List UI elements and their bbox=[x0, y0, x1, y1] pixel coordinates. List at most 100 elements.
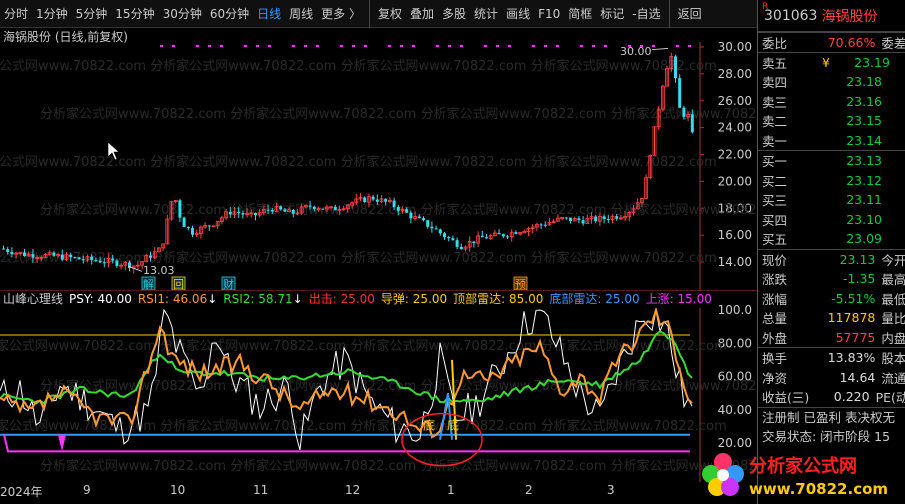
stats2-row: 收益(三) 0.220 PE(动 bbox=[762, 389, 905, 406]
candle-body bbox=[31, 254, 35, 258]
asks-row: 卖二 23.15 bbox=[762, 113, 882, 130]
signal-dot bbox=[460, 45, 463, 47]
signal-dot bbox=[604, 45, 607, 47]
candle-body bbox=[23, 252, 26, 256]
price-tick: 14.00 bbox=[718, 255, 752, 269]
registration-row: 注册制 已盈利 表决权无 bbox=[758, 406, 905, 427]
event-mark: 回 bbox=[173, 278, 184, 290]
toolbar-item-10[interactable]: 叠加 bbox=[406, 0, 438, 28]
candle-body bbox=[472, 241, 476, 244]
date-axis: 2024年 9 10 11 12 1 2 3 bbox=[0, 482, 700, 504]
candle-body bbox=[485, 237, 488, 239]
candle-body bbox=[409, 212, 413, 219]
candle-body bbox=[69, 254, 73, 258]
candle-body bbox=[690, 114, 694, 133]
date-label-7: 3 bbox=[607, 483, 615, 497]
candle-body bbox=[426, 220, 430, 227]
toolbar-item-14[interactable]: F10 bbox=[534, 0, 564, 28]
toolbar-item-12[interactable]: 统计 bbox=[470, 0, 502, 28]
price-tick: 30.00 bbox=[718, 42, 752, 54]
candle-body bbox=[90, 256, 94, 261]
signal-dot bbox=[412, 45, 415, 47]
toolbar-item-3[interactable]: 15分钟 bbox=[111, 0, 158, 28]
bottom-radar-value: 底部雷达: 25.00 bbox=[549, 292, 640, 306]
candle-body bbox=[149, 255, 152, 258]
toolbar-item-1[interactable]: 1分钟 bbox=[32, 0, 72, 28]
toolbar-item-13[interactable]: 画线 bbox=[502, 0, 534, 28]
stock-code[interactable]: 301063 bbox=[764, 8, 817, 24]
stats-row: 涨幅 -5.51% 最低 bbox=[762, 290, 905, 307]
bids-row: 买四 23.10 bbox=[762, 211, 882, 228]
indicator-header: 山峰心理线 PSY: 40.00 RSI1: 46.06↓ RSI2: 58.7… bbox=[0, 291, 712, 308]
logo-text: 分析家公式网 bbox=[749, 456, 857, 477]
price-tick: 16.00 bbox=[718, 228, 752, 242]
candle-body bbox=[678, 78, 682, 108]
bids-row: 买二 23.12 bbox=[762, 172, 882, 189]
toolbar-item-0[interactable]: 分时 bbox=[0, 0, 32, 28]
event-mark: 预 bbox=[515, 278, 526, 290]
toolbar-item-7[interactable]: 周线 bbox=[285, 0, 317, 28]
watermark: 分析家公式网www.70822.com 分析家公式网www.70822.com … bbox=[0, 250, 717, 266]
price-tick: 26.00 bbox=[718, 94, 752, 108]
toolbar-item-9[interactable]: 复权 bbox=[369, 0, 406, 28]
candle-body bbox=[514, 232, 518, 235]
candle-body bbox=[606, 219, 610, 221]
bid-list: 买一 23.13 买二 23.12 买三 23.11 买四 23.10 买五 23.09 bbox=[758, 150, 905, 249]
candle-body bbox=[312, 206, 316, 209]
candle-body bbox=[102, 262, 106, 264]
candle-body bbox=[443, 233, 446, 238]
stock-name[interactable]: 海锅股份 bbox=[821, 6, 877, 26]
date-label-2: 10 bbox=[170, 483, 186, 497]
toolbar-item-4[interactable]: 30分钟 bbox=[159, 0, 206, 28]
toolbar-item-5[interactable]: 60分钟 bbox=[206, 0, 253, 28]
toolbar-item-18[interactable]: 返回 bbox=[668, 0, 706, 28]
candle-body bbox=[569, 217, 572, 222]
candle-body bbox=[417, 216, 421, 219]
candle-body bbox=[207, 225, 211, 227]
candle-body bbox=[497, 232, 501, 235]
candle-body bbox=[228, 211, 232, 215]
signal-dot bbox=[508, 45, 511, 47]
webi-row: 委比 70.66% 委差 bbox=[758, 32, 905, 52]
toolbar-item-6[interactable]: 日线 bbox=[253, 0, 285, 28]
watermark: 分析家公式网www.70822.com 分析家公式网www.70822.com … bbox=[0, 58, 717, 74]
candle-body bbox=[501, 234, 505, 237]
signal-dot bbox=[496, 45, 499, 47]
toolbar-item-15[interactable]: 简框 bbox=[564, 0, 596, 28]
candle-body bbox=[60, 254, 64, 260]
candle-body bbox=[2, 248, 5, 250]
price-tick: 24.00 bbox=[718, 121, 752, 135]
toolbar-item-17[interactable]: -自选 bbox=[628, 0, 664, 28]
candle-body bbox=[77, 257, 81, 260]
stats-list: 现价 23.13 今开 涨跌 -1.35 最高 涨幅 -5.51% 最低 总量 117878 量比 外盘… bbox=[758, 248, 905, 348]
candle-body bbox=[191, 228, 194, 235]
candle-body bbox=[447, 237, 451, 239]
indicator-tick: 100.0 bbox=[718, 303, 752, 317]
candle-body bbox=[539, 224, 543, 226]
candle-body bbox=[98, 260, 102, 263]
candle-body bbox=[6, 249, 10, 252]
candle-body bbox=[459, 246, 463, 250]
date-label-3: 11 bbox=[253, 483, 269, 497]
rise-line bbox=[3, 434, 690, 453]
stats-row: 总量 117878 量比 bbox=[762, 310, 905, 327]
indicator-chart[interactable]: 100.080.0060.0040.0020.00分析家公式网www.70822… bbox=[0, 290, 757, 482]
toolbar-item-2[interactable]: 5分钟 bbox=[72, 0, 112, 28]
ask-list: 卖五 ¥23.19 卖四 23.18 卖三 23.16 卖二 23.15 卖一 23.14 bbox=[758, 51, 905, 151]
stats2-list: 换手 13.83% 股本 净资 14.64 流通 收益(三) 0.220 PE(动 bbox=[758, 347, 905, 407]
candle-body bbox=[283, 209, 287, 212]
candle-body bbox=[81, 259, 85, 261]
candle-body bbox=[237, 211, 241, 214]
watermark: 分析家公式网www.70822.com 分析家公式网www.70822.com … bbox=[40, 458, 757, 474]
signal-dot bbox=[532, 45, 535, 47]
candlestick-chart[interactable]: 30.0028.0026.0024.0022.0020.0018.0016.00… bbox=[0, 42, 757, 290]
event-mark: 财 bbox=[223, 277, 234, 290]
asks-row: 卖四 23.18 bbox=[762, 74, 882, 91]
toolbar-item-11[interactable]: 多股 bbox=[438, 0, 470, 28]
candle-body bbox=[371, 196, 375, 200]
signal-dot bbox=[268, 45, 271, 47]
candle-body bbox=[602, 216, 606, 220]
toolbar-item-16[interactable]: 标记 bbox=[596, 0, 628, 28]
toolbar-item-8[interactable]: 更多 〉 bbox=[317, 0, 365, 28]
candle-body bbox=[291, 209, 295, 214]
